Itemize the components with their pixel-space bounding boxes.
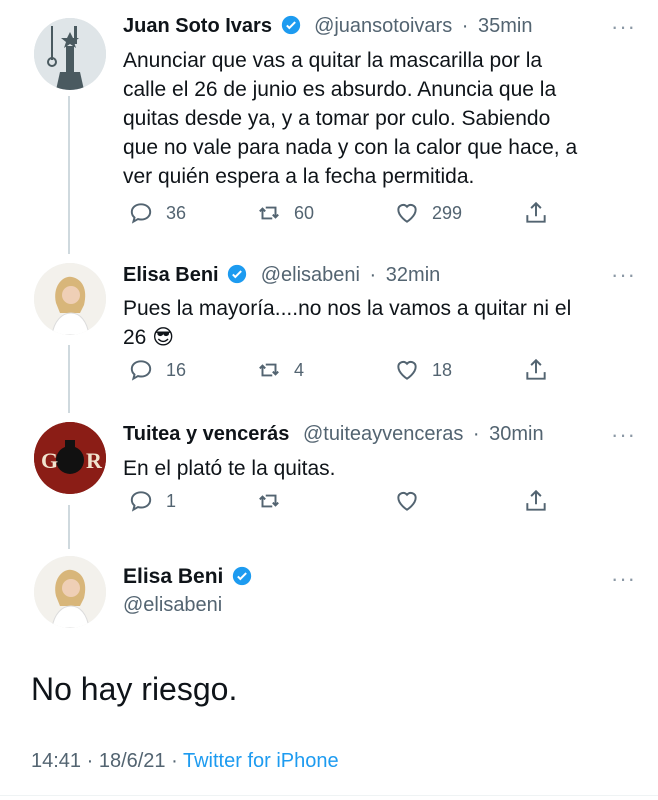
retweet-icon [259, 494, 279, 508]
like-button[interactable]: 18 [394, 357, 452, 383]
like-icon [397, 360, 417, 380]
share-button[interactable] [523, 200, 549, 226]
more-icon[interactable]: ··· [611, 14, 636, 40]
share-button[interactable] [523, 357, 549, 383]
like-button[interactable]: 299 [394, 200, 462, 226]
reply-count: 1 [166, 490, 177, 511]
tweet-timestamp[interactable]: 14:41 · 18/6/21 · [31, 750, 178, 772]
like-count: 18 [432, 359, 453, 380]
thread-line-1 [68, 96, 70, 254]
more-icon[interactable]: ··· [611, 422, 636, 448]
bomb-logo-avatar-icon: G R [34, 422, 106, 494]
portrait-avatar-icon [34, 263, 106, 335]
separator: · [369, 264, 377, 286]
share-icon [526, 358, 546, 380]
reply-count: 36 [166, 202, 187, 223]
thread-line-3 [68, 505, 70, 549]
avatar-juan-soto-ivars[interactable] [34, 18, 106, 90]
more-icon[interactable]: ··· [611, 262, 636, 288]
tweet-actions: 36 60 299 [128, 200, 568, 230]
divider [0, 795, 658, 796]
avatar-tuitea-y-venceras[interactable]: G R [34, 422, 106, 494]
author-name[interactable]: Elisa Beni [123, 565, 252, 589]
reply-icon [130, 360, 152, 381]
retweet-count: 60 [294, 202, 315, 223]
retweet-button[interactable] [256, 488, 294, 514]
retweet-icon [259, 206, 279, 220]
separator: · [461, 15, 469, 37]
reply-icon [130, 491, 152, 512]
retweet-icon [259, 363, 279, 377]
tweet-text: En el plató te la quitas. [123, 457, 336, 480]
verified-icon [228, 264, 247, 284]
tweet-source-link[interactable]: Twitter for iPhone [183, 750, 339, 772]
tweet-actions: 1 [128, 488, 568, 518]
tweet-time[interactable]: 32min [386, 264, 440, 286]
share-icon [526, 489, 546, 511]
author-name[interactable]: Elisa Beni [123, 264, 219, 286]
portrait-avatar-icon [34, 556, 106, 628]
tweet-header: Tuitea y vencerás @tuiteayvenceras · 30m… [123, 423, 544, 446]
tweet-time[interactable]: 35min [478, 15, 532, 37]
avatar-elisa-beni-focus[interactable] [34, 556, 106, 628]
thread-line-2 [68, 345, 70, 413]
tweet-header: Elisa Beni @elisabeni · 32min [123, 264, 440, 287]
author-handle[interactable]: @juansotoivars [314, 15, 452, 37]
separator: · [472, 423, 480, 445]
tweet-header: Juan Soto Ivars @juansotoivars · 35min [123, 15, 533, 38]
like-icon [397, 203, 417, 223]
more-icon[interactable]: ··· [611, 566, 636, 592]
share-button[interactable] [523, 488, 549, 514]
statue-of-liberty-avatar-icon [34, 18, 106, 90]
tweet-text: Anunciar que vas a quitar la mascarilla … [123, 49, 578, 188]
tweet-actions: 16 4 18 [128, 357, 568, 387]
author-handle[interactable]: @elisabeni [261, 264, 360, 286]
like-count: 299 [432, 202, 463, 223]
reply-button[interactable]: 36 [128, 200, 186, 226]
reply-button[interactable]: 16 [128, 357, 186, 383]
verified-icon [233, 566, 252, 586]
avatar-initial-g: G [41, 448, 58, 473]
tweet-text: No hay riesgo. [31, 671, 238, 707]
author-name[interactable]: Juan Soto Ivars [123, 15, 272, 37]
tweet-meta: 14:41 · 18/6/21 · Twitter for iPhone [31, 750, 339, 773]
verified-icon [281, 15, 300, 35]
avatar-elisa-beni[interactable] [34, 263, 106, 335]
tweet-time[interactable]: 30min [489, 423, 543, 445]
author-handle[interactable]: @tuiteayvenceras [303, 423, 463, 445]
reply-count: 16 [166, 359, 187, 380]
avatar-initial-r: R [86, 448, 103, 473]
reply-button[interactable]: 1 [128, 488, 176, 514]
retweet-count: 4 [294, 359, 305, 380]
share-icon [526, 201, 546, 223]
retweet-button[interactable]: 4 [256, 357, 304, 383]
like-icon [397, 491, 417, 511]
author-name[interactable]: Tuitea y vencerás [123, 423, 289, 445]
retweet-button[interactable]: 60 [256, 200, 314, 226]
author-handle[interactable]: @elisabeni [123, 594, 222, 617]
author-name-text: Elisa Beni [123, 565, 224, 588]
tweet-text: Pues la mayoría....no nos la vamos a qui… [123, 297, 572, 349]
reply-icon [130, 203, 152, 224]
like-button[interactable] [394, 488, 432, 514]
